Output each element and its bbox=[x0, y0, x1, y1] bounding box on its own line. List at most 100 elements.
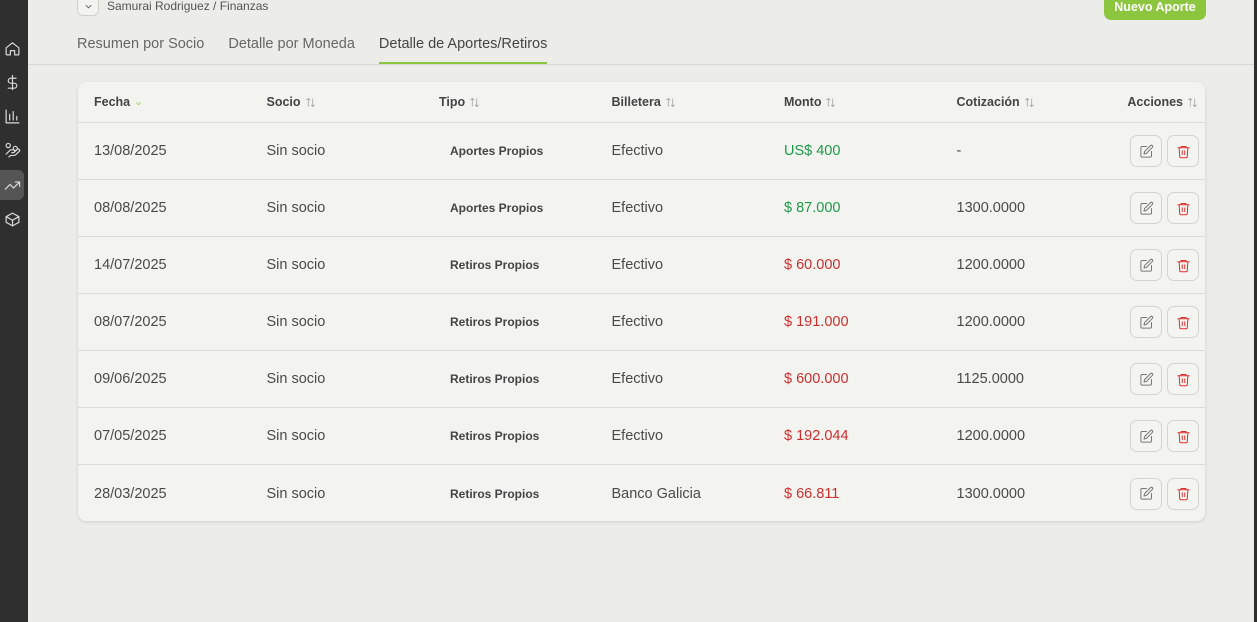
header-monto-label: Monto bbox=[784, 95, 822, 109]
cell-cotizacion: 1200.0000 bbox=[956, 257, 1026, 273]
cell-monto: $ 191.000 bbox=[784, 314, 849, 330]
table-row: 08/07/2025 Sin socio Retiros Propios Efe… bbox=[78, 294, 1205, 351]
trash-icon bbox=[1176, 316, 1190, 329]
sort-icon bbox=[1024, 97, 1035, 108]
header-monto[interactable]: Monto bbox=[768, 95, 941, 109]
cell-tipo: Aportes Propios bbox=[450, 201, 544, 215]
cell-billetera: Efectivo bbox=[611, 257, 664, 273]
cell-fecha: 07/05/2025 bbox=[94, 428, 167, 444]
edit-icon bbox=[1139, 372, 1153, 386]
cell-fecha: 28/03/2025 bbox=[94, 485, 167, 502]
tab-resumen-socio[interactable]: Resumen por Socio bbox=[77, 36, 204, 64]
delete-button[interactable] bbox=[1167, 363, 1199, 395]
cell-socio: Sin socio bbox=[266, 143, 326, 159]
tab-detalle-aportes-retiros[interactable]: Detalle de Aportes/Retiros bbox=[378, 36, 548, 64]
home-icon[interactable] bbox=[0, 33, 24, 63]
chevron-down-icon bbox=[134, 97, 145, 108]
cell-acciones bbox=[1113, 249, 1205, 281]
cell-billetera: Banco Galicia bbox=[611, 485, 701, 502]
cell-billetera: Efectivo bbox=[611, 200, 664, 216]
header-acciones-label: Acciones bbox=[1127, 95, 1183, 109]
edit-icon bbox=[1139, 315, 1153, 329]
hand-coins-icon[interactable] bbox=[0, 135, 24, 165]
header-socio[interactable]: Socio bbox=[251, 95, 424, 109]
table-row: 13/08/2025 Sin socio Aportes Propios Efe… bbox=[78, 123, 1205, 180]
dollar-icon[interactable] bbox=[0, 67, 24, 97]
cell-acciones bbox=[1113, 192, 1205, 224]
cell-socio: Sin socio bbox=[266, 485, 326, 502]
box-icon[interactable] bbox=[0, 204, 24, 234]
header-cotizacion[interactable]: Cotización bbox=[941, 95, 1114, 109]
chevron-down-icon[interactable] bbox=[77, 0, 99, 16]
cell-monto: $ 66.811 bbox=[784, 485, 840, 502]
cell-fecha: 08/07/2025 bbox=[94, 314, 167, 330]
header-socio-label: Socio bbox=[266, 95, 301, 109]
cell-billetera: Efectivo bbox=[611, 428, 664, 444]
cell-socio: Sin socio bbox=[266, 428, 326, 444]
header-fecha-label: Fecha bbox=[94, 95, 131, 109]
table-row: 09/06/2025 Sin socio Retiros Propios Efe… bbox=[78, 351, 1205, 408]
cell-monto: $ 192.044 bbox=[784, 428, 849, 444]
edit-button[interactable] bbox=[1130, 477, 1162, 510]
table-row: 08/08/2025 Sin socio Aportes Propios Efe… bbox=[78, 180, 1205, 237]
cell-socio: Sin socio bbox=[266, 314, 326, 330]
trash-icon bbox=[1176, 373, 1190, 386]
header-tipo[interactable]: Tipo bbox=[423, 95, 596, 109]
cell-cotizacion: 1125.0000 bbox=[956, 371, 1024, 387]
edit-button[interactable] bbox=[1130, 420, 1162, 452]
cell-cotizacion: - bbox=[956, 143, 962, 159]
trending-up-icon[interactable] bbox=[0, 170, 24, 200]
header-cotizacion-label: Cotización bbox=[956, 95, 1020, 109]
cell-billetera: Efectivo bbox=[611, 143, 664, 159]
table-header: Fecha Socio Tipo Billetera Monto Cotizac… bbox=[78, 82, 1205, 123]
trash-icon bbox=[1176, 488, 1190, 501]
edit-icon bbox=[1139, 486, 1153, 500]
delete-button[interactable] bbox=[1167, 135, 1199, 167]
cell-monto: $ 60.000 bbox=[784, 257, 841, 273]
tab-detalle-moneda[interactable]: Detalle por Moneda bbox=[228, 36, 355, 64]
delete-button[interactable] bbox=[1167, 477, 1199, 510]
delete-button[interactable] bbox=[1167, 192, 1199, 224]
edit-icon bbox=[1139, 144, 1153, 158]
breadcrumb-text: Samurai Rodriguez / Finanzas bbox=[107, 0, 269, 13]
sort-icon bbox=[1187, 97, 1198, 108]
header-billetera[interactable]: Billetera bbox=[596, 95, 769, 109]
table-row: 07/05/2025 Sin socio Retiros Propios Efe… bbox=[78, 408, 1205, 465]
edit-button[interactable] bbox=[1130, 192, 1162, 224]
table-row: 28/03/2025 Sin socio Retiros Propios Ban… bbox=[78, 465, 1205, 521]
cell-cotizacion: 1200.0000 bbox=[956, 314, 1026, 330]
sort-icon bbox=[305, 97, 316, 108]
delete-button[interactable] bbox=[1167, 306, 1199, 338]
trash-icon bbox=[1176, 145, 1190, 158]
trash-icon bbox=[1176, 430, 1190, 443]
edit-button[interactable] bbox=[1130, 135, 1162, 167]
table-row: 14/07/2025 Sin socio Retiros Propios Efe… bbox=[78, 237, 1205, 294]
edit-button[interactable] bbox=[1130, 306, 1162, 338]
cell-tipo: Retiros Propios bbox=[450, 486, 540, 501]
header-acciones[interactable]: Acciones bbox=[1113, 95, 1205, 109]
tab-bar: Resumen por Socio Detalle por Moneda Det… bbox=[77, 36, 548, 64]
edit-button[interactable] bbox=[1130, 363, 1162, 395]
bar-chart-icon[interactable] bbox=[0, 101, 24, 131]
edit-icon bbox=[1139, 429, 1153, 443]
sort-icon bbox=[825, 97, 836, 108]
cell-fecha: 08/08/2025 bbox=[94, 200, 167, 216]
transactions-table: Fecha Socio Tipo Billetera Monto Cotizac… bbox=[78, 82, 1205, 521]
sidebar bbox=[0, 0, 28, 622]
cell-socio: Sin socio bbox=[266, 200, 326, 216]
header-fecha[interactable]: Fecha bbox=[78, 95, 251, 109]
edit-button[interactable] bbox=[1130, 249, 1162, 281]
trash-icon bbox=[1176, 202, 1190, 215]
table-body: 13/08/2025 Sin socio Aportes Propios Efe… bbox=[78, 123, 1205, 521]
delete-button[interactable] bbox=[1167, 420, 1199, 452]
cell-tipo: Retiros Propios bbox=[450, 315, 540, 329]
cell-cotizacion: 1200.0000 bbox=[956, 428, 1026, 444]
cell-cotizacion: 1300.0000 bbox=[956, 485, 1026, 502]
trash-icon bbox=[1176, 259, 1190, 272]
sort-icon bbox=[469, 97, 480, 108]
cell-tipo: Retiros Propios bbox=[450, 372, 540, 386]
delete-button[interactable] bbox=[1167, 249, 1199, 281]
cell-tipo: Retiros Propios bbox=[450, 258, 540, 272]
cell-socio: Sin socio bbox=[266, 257, 326, 273]
new-aporte-button[interactable]: Nuevo Aporte bbox=[1104, 0, 1206, 20]
